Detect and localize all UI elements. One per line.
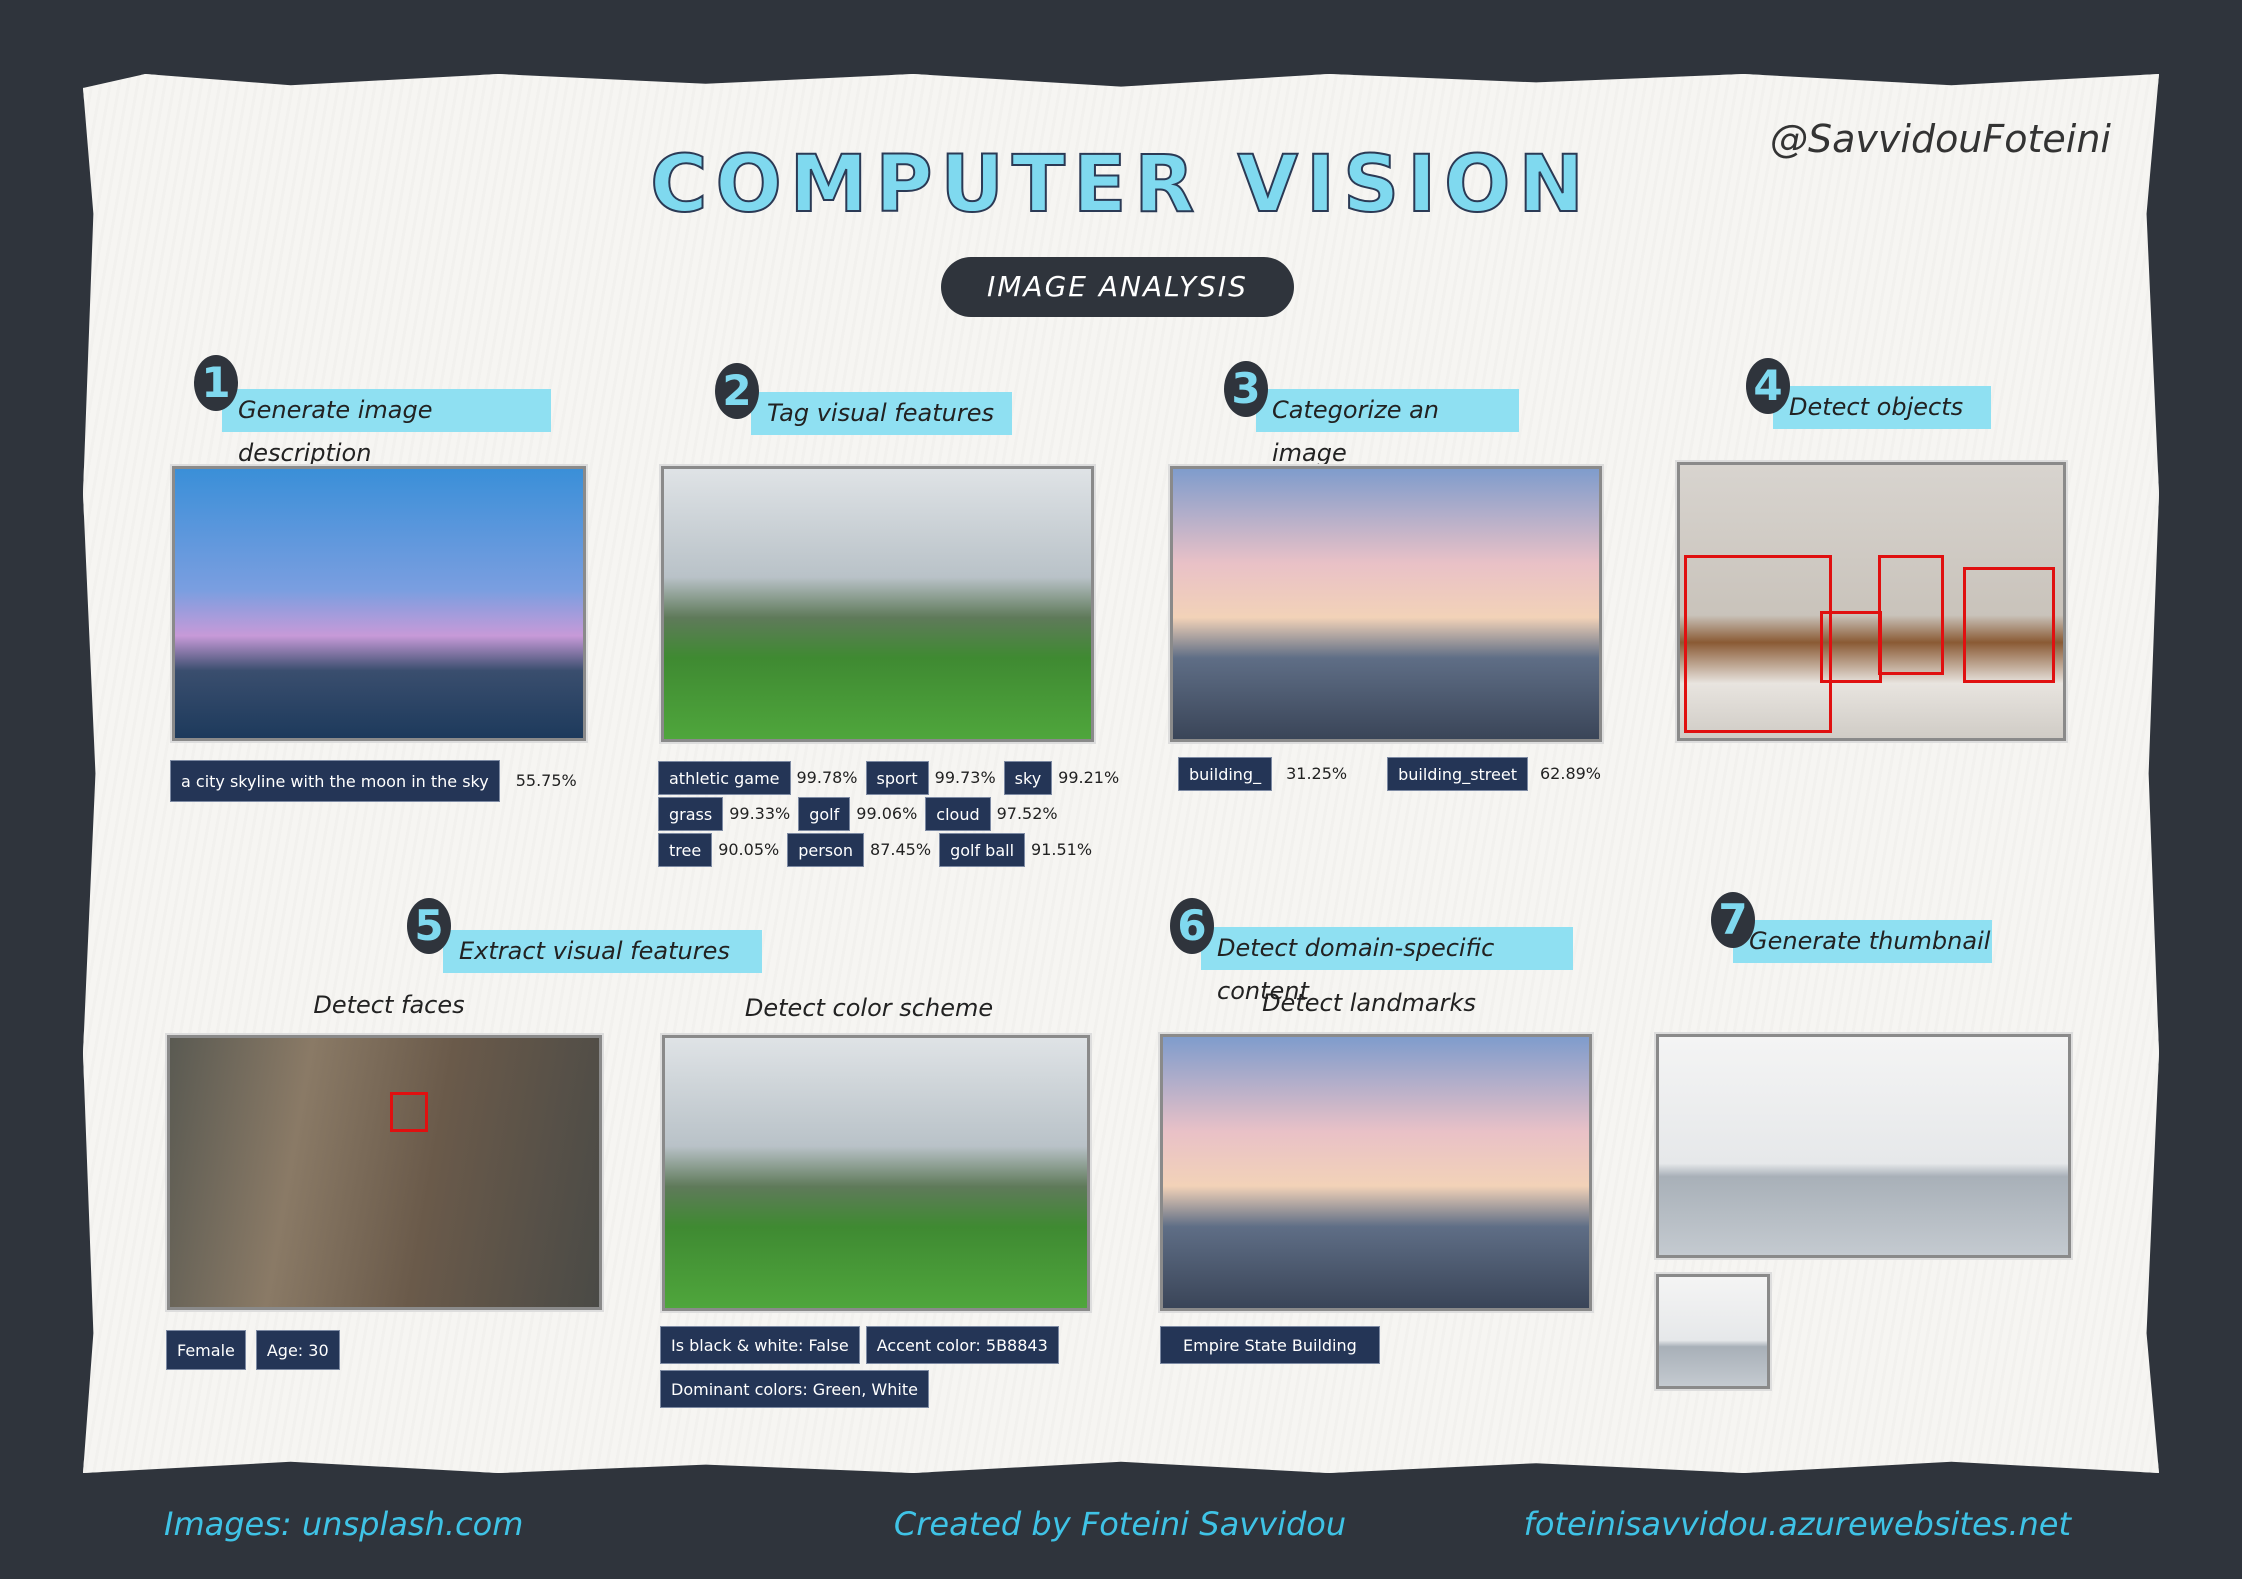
color-subtitle: Detect color scheme <box>744 994 994 1022</box>
dominant-colors-tag: Dominant colors: Green, White <box>660 1370 929 1408</box>
step-number-4: 4 <box>1746 358 1790 414</box>
step-number-3: 3 <box>1224 361 1268 417</box>
section-heading-1: Generate image description <box>222 389 551 467</box>
detected-face-box <box>390 1092 428 1132</box>
tag: sky <box>1003 761 1053 795</box>
tag: tree <box>658 833 713 867</box>
tag-confidence: 99.33% <box>729 804 791 823</box>
section-heading-2: Tag visual features <box>751 392 1012 435</box>
description-confidence: 55.75% <box>515 771 577 790</box>
tag: cloud <box>925 797 991 831</box>
tag: athletic game <box>658 761 791 795</box>
section-heading-3: Categorize an image <box>1256 389 1519 467</box>
step-number-7: 7 <box>1711 892 1755 948</box>
tag-confidence: 97.52% <box>996 804 1058 823</box>
tag-confidence: 87.45% <box>870 840 932 859</box>
detected-object-box <box>1963 567 2055 683</box>
tag-confidence: 90.05% <box>718 840 780 859</box>
gender-tag: Female <box>166 1330 246 1370</box>
cats-image <box>1677 462 2066 741</box>
step-number-5: 5 <box>407 898 451 954</box>
golfer-image <box>661 466 1094 742</box>
tag-confidence: 99.06% <box>856 804 918 823</box>
age-tag: Age: 30 <box>255 1330 340 1370</box>
category-confidence: 62.89% <box>1540 764 1602 783</box>
section-heading-7: Generate thumbnail <box>1733 920 1992 963</box>
category-tag: building_street <box>1387 757 1528 791</box>
category-tag: building_ <box>1178 757 1273 791</box>
tag-confidence: 99.21% <box>1058 768 1120 787</box>
detected-object-box <box>1820 611 1882 683</box>
tag-confidence: 99.73% <box>934 768 996 787</box>
tag-confidence: 91.51% <box>1031 840 1093 859</box>
subtitle-pill: IMAGE ANALYSIS <box>941 257 1294 317</box>
step-number-2: 2 <box>715 363 759 419</box>
detected-object-box <box>1878 555 1944 675</box>
golfer-image-color <box>662 1035 1090 1311</box>
empire-state-image <box>1170 466 1602 742</box>
tag: person <box>787 833 865 867</box>
tag: sport <box>865 761 929 795</box>
footer-author: Created by Foteini Savvidou <box>893 1505 1347 1543</box>
faces-subtitle: Detect faces <box>313 991 465 1019</box>
detected-object-box <box>1684 555 1832 733</box>
footer-images-credit: Images: unsplash.com <box>164 1505 524 1543</box>
thumbnail-image <box>1656 1274 1770 1389</box>
city-skyline-image <box>172 466 586 741</box>
section-heading-4: Detect objects <box>1773 386 1991 429</box>
black-white-tag: Is black & white: False <box>660 1326 860 1364</box>
description-tag: a city skyline with the moon in the sky <box>170 760 500 802</box>
section-heading-5: Extract visual features <box>443 930 762 973</box>
section-heading-6: Detect domain-specific content <box>1201 927 1573 1005</box>
tag-confidence: 99.78% <box>796 768 858 787</box>
landmark-tag: Empire State Building <box>1160 1326 1380 1364</box>
accent-color-tag: Accent color: 5B8843 <box>865 1326 1059 1364</box>
category-confidence: 31.25% <box>1286 764 1348 783</box>
step-number-6: 6 <box>1170 898 1214 954</box>
footer-url[interactable]: foteinisavvidou.azurewebsites.net <box>1524 1505 2071 1543</box>
landmarks-subtitle: Detect landmarks <box>1262 989 1476 1017</box>
step-number-1: 1 <box>194 355 238 411</box>
author-handle: @SavvidouFoteini <box>1770 117 2111 161</box>
skateboarder-image <box>1656 1034 2071 1258</box>
faces-image <box>167 1035 602 1310</box>
landmark-image <box>1160 1034 1592 1311</box>
tag: golf <box>798 797 851 831</box>
tag: golf ball <box>939 833 1026 867</box>
tag: grass <box>658 797 724 831</box>
